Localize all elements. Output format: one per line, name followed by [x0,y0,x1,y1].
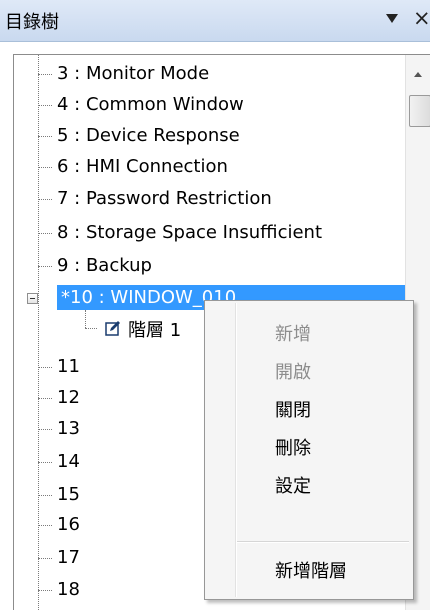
close-icon[interactable]: × [413,6,430,30]
tree-guide-line [38,55,40,610]
tree-item-label: 9 : Backup [57,255,152,276]
menu-item-new[interactable]: 新增 [275,320,311,346]
collapse-toggle-icon[interactable] [27,293,38,304]
tree-item-label: 3 : Monitor Mode [57,63,210,84]
menu-separator [237,541,409,543]
panel-title: 目錄樹 [5,12,59,33]
tree-item-label: 12 [57,387,80,408]
tree-item-label: 13 [57,418,80,439]
tree-item-label: 15 [57,484,80,505]
tree-panel: 目錄樹 × 3 : Monitor Mode 4 : Common Window… [0,0,430,610]
tree-item-label: 14 [57,451,80,472]
edit-icon [105,321,120,336]
scroll-thumb[interactable] [409,95,430,127]
menu-item-close[interactable]: 關閉 [275,396,311,422]
tree-item-label: 5 : Device Response [57,125,240,146]
context-menu: 新增 開啟 關閉 刪除 設定 新增階層 [204,300,414,600]
tree-item-label: 16 [57,514,80,535]
tree-item-label: 8 : Storage Space Insufficient [57,222,323,243]
tree-item-label: 17 [57,547,80,568]
menu-item-settings[interactable]: 設定 [275,472,311,498]
tree-item-label: 7 : Password Restriction [57,188,272,209]
tree-item-label: 18 [57,579,80,600]
tree-item-label: 6 : HMI Connection [57,156,228,177]
tree-item-label: 11 [57,356,80,377]
dropdown-arrow-icon[interactable] [386,14,398,23]
menu-item-add-layer[interactable]: 新增階層 [275,557,347,583]
menu-item-open[interactable]: 開啟 [275,358,311,384]
tree-child-label[interactable]: 階層 1 [128,316,181,342]
menu-item-delete[interactable]: 刪除 [275,434,311,460]
scroll-up-icon[interactable] [414,72,422,77]
tree-item-label: 4 : Common Window [57,94,244,115]
panel-titlebar: 目錄樹 × [0,0,430,42]
